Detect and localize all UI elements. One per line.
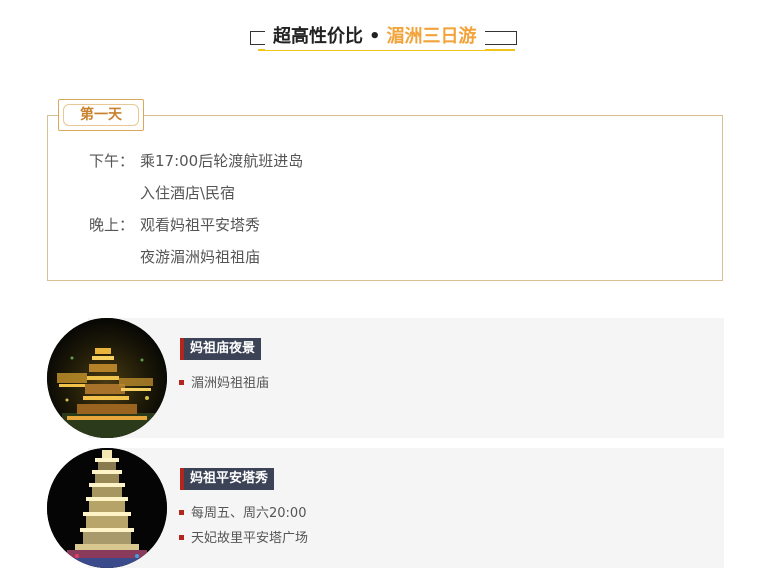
title-separator: • [369, 26, 381, 47]
day1-badge-label: 第一天 [80, 107, 122, 123]
schedule-row-evening: 晚上： 观看妈祖平安塔秀 [89, 214, 260, 235]
bullet-square-icon [179, 380, 184, 385]
title-subtitle: 湄洲三日游 [386, 26, 477, 47]
bullet-square-icon [179, 510, 184, 515]
schedule-row-night-tour: 夜游湄洲妈祖祖庙 [89, 246, 260, 267]
card-item: 湄洲妈祖祖庙 [179, 375, 269, 393]
schedule-label: 晚上： [89, 216, 135, 234]
card-item-text: 天妃故里平安塔广场 [191, 531, 309, 546]
day1-badge: 第一天 [58, 99, 144, 131]
card-tag-temple: 妈祖庙夜景 [180, 338, 262, 360]
card-item: 天妃故里平安塔广场 [179, 530, 308, 548]
schedule-row-checkin: 入住酒店\民宿 [89, 182, 235, 203]
schedule-text: 观看妈祖平安塔秀 [140, 216, 261, 234]
card-item: 每周五、周六20:00 [179, 505, 306, 523]
schedule-label: 下午： [89, 152, 135, 170]
temple-night-photo [47, 318, 167, 438]
pagoda-night-photo [47, 448, 167, 568]
card-item-text: 每周五、周六20:00 [191, 506, 307, 521]
schedule-text: 入住酒店\民宿 [140, 184, 236, 202]
schedule-text: 夜游湄洲妈祖祖庙 [140, 248, 261, 266]
title-main: 超高性价比 [273, 26, 363, 47]
bullet-square-icon [179, 535, 184, 540]
card-tag-pagoda: 妈祖平安塔秀 [180, 468, 275, 490]
card-item-text: 湄洲妈祖祖庙 [191, 376, 270, 391]
page-title: 超高性价比 • 湄洲三日游 [265, 24, 485, 50]
schedule-text: 乘17:00后轮渡航班进岛 [140, 152, 304, 170]
schedule-row-afternoon: 下午： 乘17:00后轮渡航班进岛 [89, 150, 303, 171]
